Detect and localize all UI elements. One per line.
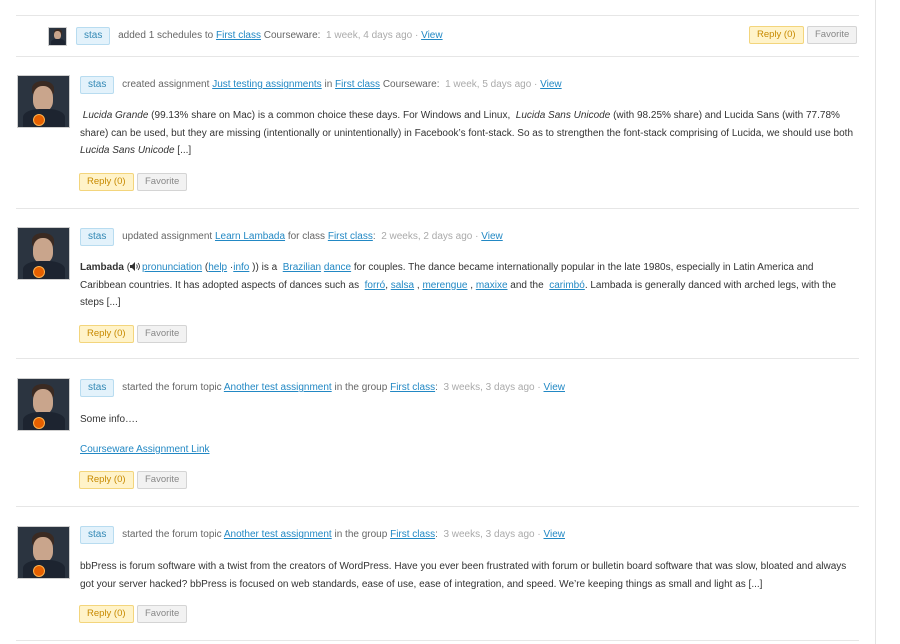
action-text: Courseware: [382, 79, 440, 90]
action-text: for class [287, 231, 326, 242]
user-avatar[interactable] [17, 227, 70, 280]
timestamp: 3 weeks, 3 days ago [443, 529, 535, 540]
reply-button[interactable]: Reply (0) [749, 26, 804, 44]
user-avatar[interactable] [17, 75, 70, 128]
group-link[interactable]: First class [328, 231, 373, 242]
user-badge[interactable]: stas [80, 379, 115, 397]
activity-header: stas created assignment Just testing ass… [80, 76, 562, 94]
activity-content: Lambada (pronunciation (help ·info )) is… [80, 262, 837, 308]
separator [16, 358, 859, 359]
favorite-button[interactable]: Favorite [137, 325, 188, 343]
group-link[interactable]: First class [390, 529, 435, 540]
assignment-link[interactable]: Learn Lambada [215, 231, 285, 242]
timestamp: 1 week, 5 days ago [445, 79, 532, 90]
activity-header: stas started the forum topic Another tes… [80, 379, 565, 397]
group-link[interactable]: First class [390, 382, 435, 393]
content-text: Some info…. [80, 414, 138, 425]
action-text: in the group [334, 382, 388, 393]
user-avatar[interactable] [17, 378, 70, 431]
speaker-icon[interactable] [130, 262, 140, 271]
wiki-link[interactable]: merengue [422, 280, 467, 291]
action-text: : [372, 231, 376, 242]
wiki-link[interactable]: help [208, 262, 227, 273]
separator [16, 506, 859, 507]
content-text: bbPress is forum software with a twist f… [80, 561, 847, 590]
wiki-link[interactable]: carimbó [549, 280, 585, 291]
activity-content: Lucida Grande (99.13% share on Mac) is a… [80, 110, 854, 156]
action-text: created assignment [122, 79, 210, 90]
content-right-border [875, 0, 876, 644]
view-link[interactable]: View [421, 30, 443, 41]
user-avatar[interactable] [17, 526, 70, 579]
view-link[interactable]: View [540, 79, 562, 90]
reply-button[interactable]: Reply (0) [79, 325, 134, 343]
courseware-assignment-link[interactable]: Courseware Assignment Link [80, 444, 210, 455]
group-link[interactable]: First class [335, 79, 380, 90]
topic-link[interactable]: Another test assignment [224, 529, 332, 540]
view-link[interactable]: View [481, 231, 503, 242]
action-text: started the forum topic [122, 382, 222, 393]
activity-header: stas updated assignment Learn Lambada fo… [80, 228, 503, 246]
action-text: added 1 schedules to [118, 30, 214, 41]
user-badge[interactable]: stas [80, 76, 115, 94]
action-text: started the forum topic [122, 529, 222, 540]
activity-content: Some info…. [80, 411, 855, 429]
wiki-link[interactable]: info [233, 262, 249, 273]
user-badge[interactable]: stas [76, 27, 111, 45]
activity-content-link: Courseware Assignment Link [80, 441, 855, 459]
reply-button[interactable]: Reply (0) [79, 605, 134, 623]
wiki-link[interactable]: forró [365, 280, 386, 291]
reply-button[interactable]: Reply (0) [79, 173, 134, 191]
separator [16, 15, 859, 16]
action-text: Courseware: [263, 30, 321, 41]
action-text: : [435, 382, 438, 393]
topic-link[interactable]: Another test assignment [224, 382, 332, 393]
action-text: updated assignment [122, 231, 213, 242]
action-text: in the group [334, 529, 388, 540]
reply-button[interactable]: Reply (0) [79, 471, 134, 489]
favorite-button[interactable]: Favorite [137, 173, 188, 191]
favorite-button[interactable]: Favorite [137, 605, 188, 623]
wiki-link[interactable]: dance [324, 262, 351, 273]
action-text: in [324, 79, 333, 90]
wiki-link[interactable]: salsa [391, 280, 414, 291]
timestamp: 2 weeks, 2 days ago [381, 231, 473, 242]
activity-header: stas started the forum topic Another tes… [80, 526, 565, 544]
timestamp: 3 weeks, 3 days ago [443, 382, 535, 393]
timestamp: 1 week, 4 days ago [326, 30, 413, 41]
activity-content: bbPress is forum software with a twist f… [80, 558, 855, 593]
wiki-link[interactable]: pronunciation [142, 262, 202, 273]
assignment-link[interactable]: Just testing assignments [212, 79, 322, 90]
group-link[interactable]: First class [216, 30, 261, 41]
wiki-link[interactable]: Brazilian [283, 262, 321, 273]
user-avatar[interactable] [48, 27, 67, 46]
favorite-button[interactable]: Favorite [137, 471, 188, 489]
user-badge[interactable]: stas [80, 228, 115, 246]
separator [16, 56, 859, 57]
view-link[interactable]: View [544, 529, 566, 540]
favorite-button[interactable]: Favorite [807, 26, 858, 44]
wiki-link[interactable]: maxixe [476, 280, 508, 291]
separator [16, 208, 859, 209]
view-link[interactable]: View [544, 382, 566, 393]
separator [16, 640, 859, 641]
user-badge[interactable]: stas [80, 526, 115, 544]
action-text: : [435, 529, 438, 540]
activity-header: stas added 1 schedules to First class Co… [76, 27, 443, 45]
